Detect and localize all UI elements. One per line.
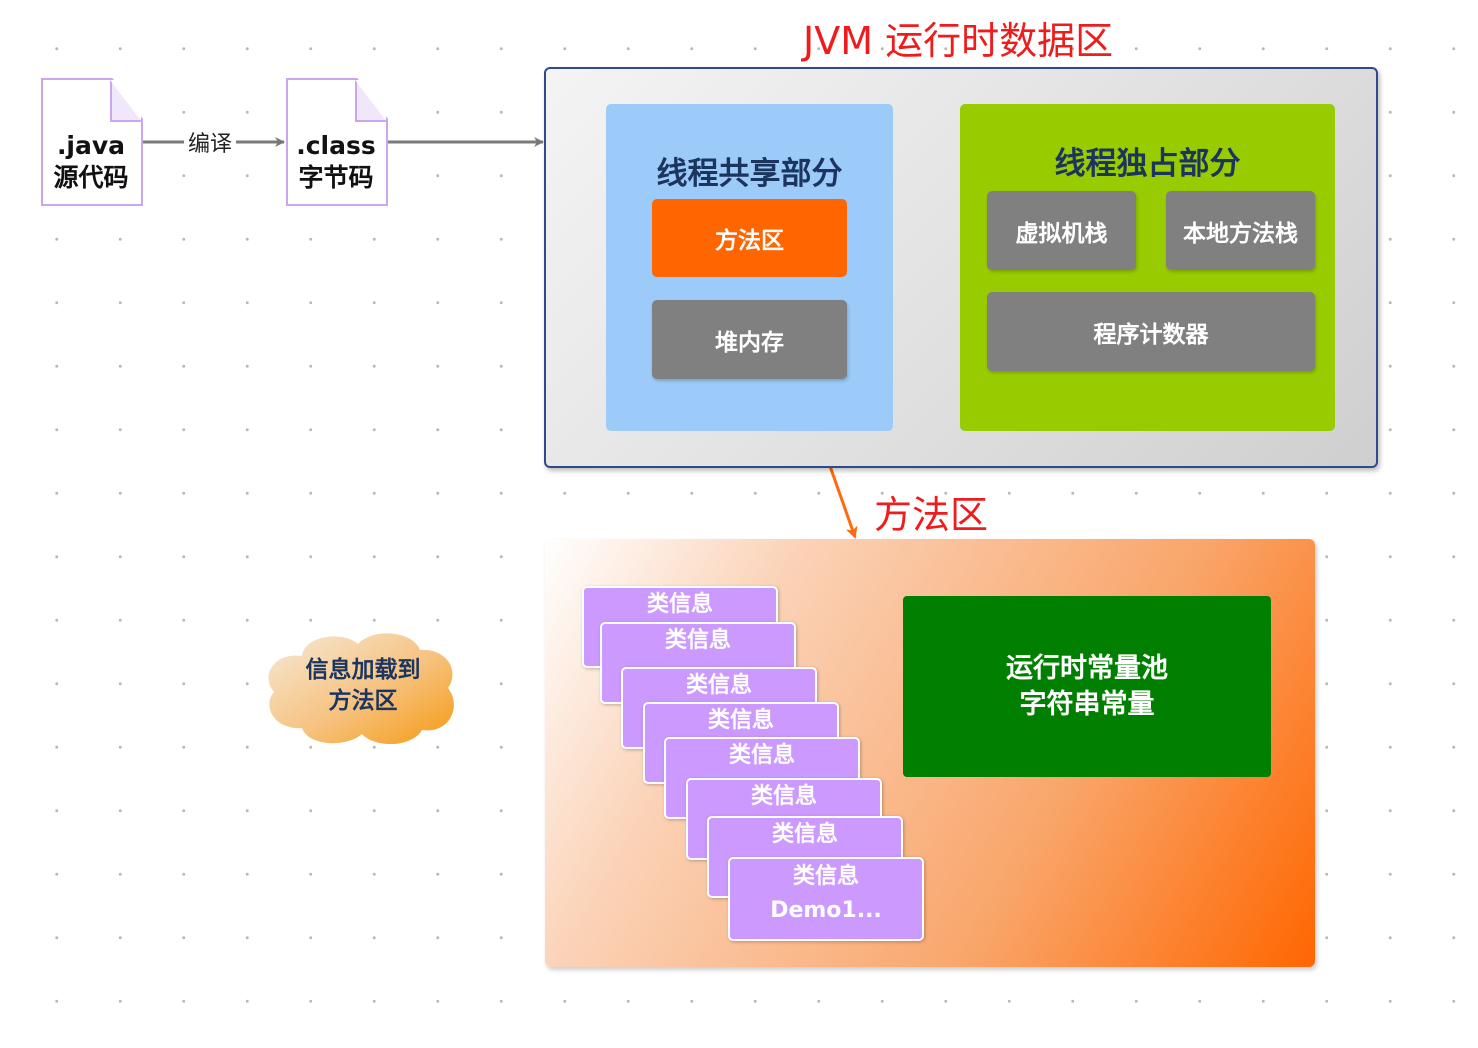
cloud-label-line2: 方法区 [328, 688, 398, 714]
string-constant-label: 字符串常量 [1019, 688, 1155, 720]
compile-label: 编译 [184, 126, 237, 158]
class-file-ext: .class [296, 131, 376, 160]
java-file-desc: 源代码 [53, 163, 129, 192]
class-info-label: 类信息 [750, 784, 817, 809]
method-area-title: 方法区 [874, 493, 989, 537]
native-method-stack-box: 本地方法栈 [1166, 191, 1315, 270]
heap-box: 堆内存 [652, 300, 847, 379]
vm-stack-box: 虚拟机栈 [987, 191, 1136, 270]
program-counter-box: 程序计数器 [987, 292, 1315, 371]
jvm-title: JVM 运行时数据区 [803, 19, 1114, 63]
class-info-label: 类信息 [646, 592, 713, 617]
class-info-label: 类信息 [707, 708, 774, 733]
java-file-label: .java 源代码 [41, 130, 141, 194]
java-file-ext: .java [56, 131, 126, 160]
method-area-box: 方法区 [652, 199, 847, 277]
class-info-label: 类信息 [685, 673, 752, 698]
cloud-label: 信息加载到 方法区 [282, 655, 444, 717]
class-name-label: Demo1... [770, 898, 882, 923]
class-file-desc: 字节码 [298, 163, 374, 192]
cloud-label-line1: 信息加载到 [305, 657, 421, 683]
class-info-label: 类信息 [664, 628, 731, 653]
thread-shared-title: 线程共享部分 [656, 156, 843, 192]
runtime-constant-pool-label: 运行时常量池 [1006, 652, 1168, 684]
class-info-card: 类信息 Demo1... [728, 857, 924, 941]
class-info-label: 类信息 [728, 743, 795, 768]
thread-exclusive-title: 线程独占部分 [1054, 146, 1241, 182]
class-info-label: 类信息 [792, 864, 859, 889]
runtime-constant-pool-box: 运行时常量池 字符串常量 [903, 596, 1271, 777]
class-info-label: 类信息 [771, 822, 838, 847]
class-file-label: .class 字节码 [286, 130, 386, 194]
